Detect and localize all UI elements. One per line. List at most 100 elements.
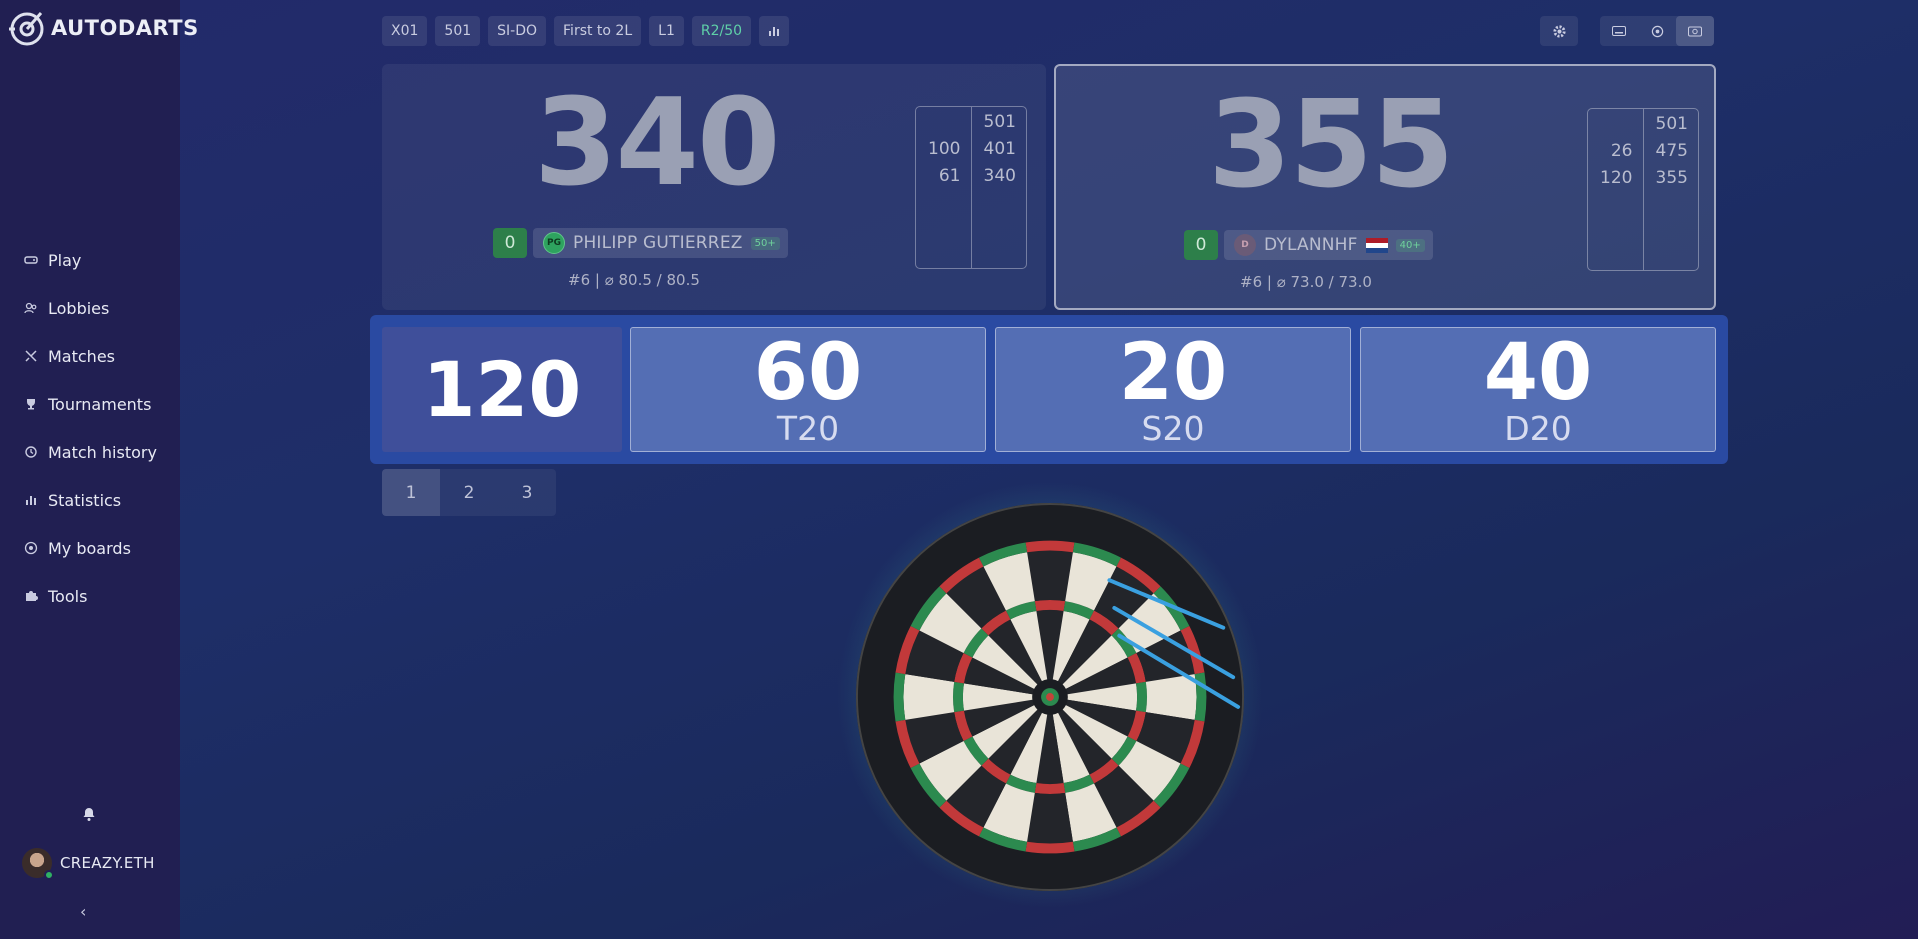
- chip-leg: L1: [649, 16, 684, 46]
- stats-button[interactable]: [759, 16, 790, 46]
- average-badge: 50+: [750, 236, 780, 250]
- tab-dart-1[interactable]: 1: [382, 469, 440, 516]
- avatar: [22, 848, 54, 880]
- player-panel-2: 355 0 D DYLANNHF 40+ #6 | ⌀ 73.0 / 73.0 …: [1054, 64, 1716, 310]
- bar-chart-icon: [26, 496, 36, 505]
- sidebar-item-match-history[interactable]: Match history: [0, 428, 180, 476]
- username: CREAZY.ETH: [60, 854, 155, 872]
- bar-chart-icon: [769, 27, 780, 36]
- autodarts-logo-icon: [9, 12, 44, 46]
- target-icon: [24, 541, 38, 555]
- player-stats: #6 | ⌀ 73.0 / 73.0: [1240, 273, 1372, 291]
- user-profile[interactable]: CREAZY.ETH: [22, 848, 155, 880]
- chip-round: R2/50: [691, 16, 752, 46]
- gamepad-icon: [24, 256, 38, 264]
- dart-value: 20: [1118, 328, 1228, 418]
- dart-throw-1[interactable]: 60 T20: [630, 327, 986, 452]
- player-name-box[interactable]: D DYLANNHF 40+: [1224, 230, 1433, 260]
- sidebar-item-tournaments[interactable]: Tournaments: [0, 380, 180, 428]
- sidebar-item-label: Statistics: [48, 490, 122, 510]
- target-icon: [1651, 25, 1663, 37]
- board-segment: [1145, 674, 1197, 720]
- swords-icon: [25, 350, 37, 362]
- player-name-row: 0 D DYLANNHF 40+: [1184, 230, 1433, 260]
- player-name: DYLANNHF: [1264, 235, 1358, 255]
- sidebar-item-statistics[interactable]: Statistics: [0, 476, 180, 524]
- board-segment: [952, 681, 964, 713]
- turn-total: 120: [382, 327, 622, 452]
- trophy-icon: [27, 399, 35, 410]
- score-history: 100 61 501 401 340: [915, 106, 1027, 269]
- sidebar-item-label: Play: [48, 250, 82, 270]
- sidebar-item-lobbies[interactable]: Lobbies: [0, 284, 180, 332]
- dartboard-camera-image[interactable]: [852, 499, 1248, 895]
- tab-dart-3[interactable]: 3: [498, 469, 556, 516]
- sidebar-nav: Play Lobbies Matches Tournaments Match h…: [0, 236, 180, 620]
- sidebar-item-label: Match history: [48, 442, 157, 462]
- player-avatar: PG: [543, 232, 565, 254]
- dart-segment: S20: [1141, 409, 1205, 449]
- dart-throw-3[interactable]: 40 D20: [1360, 327, 1716, 452]
- history-cell: 120: [1600, 168, 1633, 188]
- netherlands-flag-icon: [1365, 237, 1388, 253]
- keyboard-view-button[interactable]: [1600, 16, 1638, 46]
- history-cell: 100: [928, 139, 961, 159]
- board-segment: [903, 674, 955, 720]
- view-controls: [1540, 16, 1714, 46]
- history-cell: 401: [983, 139, 1016, 159]
- sidebar-item-label: Tournaments: [48, 394, 152, 414]
- player-stats: #6 | ⌀ 80.5 / 80.5: [568, 271, 700, 289]
- dart-value: 40: [1483, 328, 1593, 418]
- dart-segment: T20: [776, 409, 840, 449]
- logo[interactable]: AUTODARTS: [7, 7, 199, 49]
- board-view-button[interactable]: [1638, 16, 1676, 46]
- dart-tabs: 1 2 3: [382, 469, 556, 516]
- camera-icon: [1688, 26, 1702, 37]
- dart-throw-2[interactable]: 20 S20: [995, 327, 1351, 452]
- history-icon: [25, 446, 37, 458]
- dart-segment: D20: [1504, 409, 1572, 449]
- history-cell: 340: [983, 166, 1016, 186]
- chip-game-mode: X01: [382, 16, 428, 46]
- bell-icon[interactable]: [81, 806, 97, 822]
- chip-match-format: First to 2L: [554, 16, 642, 46]
- chip-start-score: 501: [435, 16, 481, 46]
- sidebar: AUTODARTS Play Lobbies Matches Tournamen…: [0, 0, 198, 939]
- tab-dart-2[interactable]: 2: [440, 469, 498, 516]
- history-cell: 501: [1655, 114, 1688, 134]
- history-cell: 355: [1655, 168, 1688, 188]
- history-cell: [916, 109, 961, 136]
- dart-value: 60: [753, 328, 863, 418]
- sidebar-item-my-boards[interactable]: My boards: [0, 524, 180, 572]
- player-avatar: D: [1234, 234, 1256, 256]
- board-segment: [1034, 783, 1066, 795]
- sidebar-item-matches[interactable]: Matches: [0, 332, 180, 380]
- player-score: 355: [1208, 76, 1454, 215]
- gear-icon: [1552, 24, 1566, 38]
- users-icon: [24, 302, 37, 314]
- player-name: PHILIPP GUTIERREZ: [573, 233, 743, 253]
- history-remaining-column: 501 475 355: [1642, 109, 1699, 270]
- keyboard-icon: [1612, 26, 1626, 36]
- history-cell: 26: [1610, 141, 1633, 161]
- legs-won-badge: 0: [493, 228, 527, 258]
- sidebar-item-tools[interactable]: Tools: [0, 572, 180, 620]
- player-name-box[interactable]: PG PHILIPP GUTIERREZ 50+: [533, 228, 788, 258]
- history-cell: [1588, 111, 1633, 138]
- camera-view-button[interactable]: [1676, 16, 1714, 46]
- settings-button[interactable]: [1540, 16, 1578, 46]
- board-segment: [1027, 792, 1073, 844]
- score-history: 26 120 501 475 355: [1587, 108, 1699, 271]
- board-segment: [1034, 599, 1066, 611]
- history-remaining-column: 501 401 340: [970, 107, 1027, 268]
- sidebar-item-label: Lobbies: [48, 298, 110, 318]
- sidebar-item-label: Matches: [48, 346, 115, 366]
- history-cell: 501: [983, 112, 1016, 132]
- player-panel-1: 340 0 PG PHILIPP GUTIERREZ 50+ #6 | ⌀ 80…: [382, 64, 1046, 310]
- board-segment: [1027, 550, 1073, 602]
- history-throws-column: 100 61: [916, 107, 971, 268]
- collapse-sidebar-button[interactable]: ‹: [80, 902, 86, 921]
- sidebar-item-label: Tools: [48, 586, 88, 606]
- sidebar-item-play[interactable]: Play: [0, 236, 180, 284]
- online-status-icon: [44, 870, 54, 880]
